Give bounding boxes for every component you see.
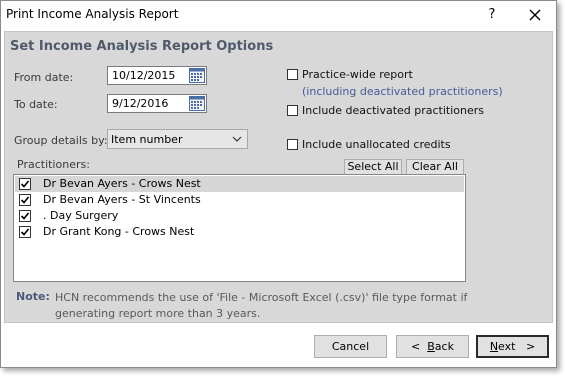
cancel-label: Cancel [331,340,370,353]
include-deactivated-checkbox[interactable] [287,105,298,116]
back-label: ack [434,340,454,353]
include-unallocated-checkbox[interactable] [287,139,298,150]
group-by-value: Item number [111,133,183,146]
clear-all-button[interactable]: Clear All [406,159,464,175]
include-unallocated-label: Include unallocated credits [302,138,451,151]
chevron-down-icon [232,136,242,142]
checkbox-checked-icon[interactable] [19,210,31,222]
options-heading: Set Income Analysis Report Options [10,39,274,54]
close-icon [529,9,541,21]
checkbox-checked-icon[interactable] [19,178,31,190]
list-item[interactable]: Dr Grant Kong - Crows Nest [15,224,464,240]
help-button[interactable]: ? [481,4,503,26]
calendar-icon[interactable] [189,68,205,83]
practitioners-label: Practitioners: [17,158,90,171]
list-item[interactable]: . Day Surgery [15,208,464,224]
practitioner-name: Dr Bevan Ayers - St Vincents [43,193,201,206]
list-item[interactable]: Dr Bevan Ayers - St Vincents [15,192,464,208]
checkbox-checked-icon[interactable] [19,226,31,238]
window-title: Print Income Analysis Report [6,7,179,21]
back-arrow: < [411,340,421,353]
back-hotkey: B [427,340,435,353]
list-item[interactable]: Dr Bevan Ayers - Crows Nest [15,176,464,192]
checkbox-checked-icon[interactable] [19,194,31,206]
from-date-label: From date: [14,71,74,84]
title-bar: Print Income Analysis Report ? [1,1,556,29]
note-label: Note: [16,290,50,303]
calendar-icon[interactable] [189,96,205,111]
to-date-field[interactable]: 9/12/2016 [107,94,207,113]
practice-wide-sublabel: (including deactivated practitioners) [302,85,503,98]
practice-wide-checkbox[interactable] [287,69,298,80]
dialog-window: Print Income Analysis Report ? Set Incom… [0,0,557,368]
from-date-field[interactable]: 10/12/2015 [107,66,207,85]
to-date-value: 9/12/2016 [112,97,169,110]
back-button[interactable]: < Back [396,335,469,358]
next-hotkey: N [489,340,499,353]
practitioner-name: . Day Surgery [43,209,119,222]
include-deactivated-label: Include deactivated practitioners [302,104,485,117]
practitioner-name: Dr Grant Kong - Crows Nest [43,225,195,238]
practice-wide-label: Practice-wide report [302,68,413,81]
practitioners-list: Dr Bevan Ayers - Crows Nest Dr Bevan Aye… [13,174,466,282]
practitioner-name: Dr Bevan Ayers - Crows Nest [43,177,201,190]
note-text: HCN recommends the use of 'File - Micros… [55,291,468,320]
cancel-button[interactable]: Cancel [314,335,387,358]
group-by-select[interactable]: Item number [107,129,248,149]
options-panel: Set Income Analysis Report Options From … [4,31,553,323]
next-button[interactable]: Next > [476,335,549,358]
group-by-label: Group details by: [14,134,108,147]
close-button[interactable] [522,4,548,26]
next-arrow: > [525,340,536,353]
next-label: ext [498,340,516,353]
from-date-value: 10/12/2015 [112,69,176,82]
to-date-label: To date: [14,98,58,111]
select-all-button[interactable]: Select All [344,159,402,175]
